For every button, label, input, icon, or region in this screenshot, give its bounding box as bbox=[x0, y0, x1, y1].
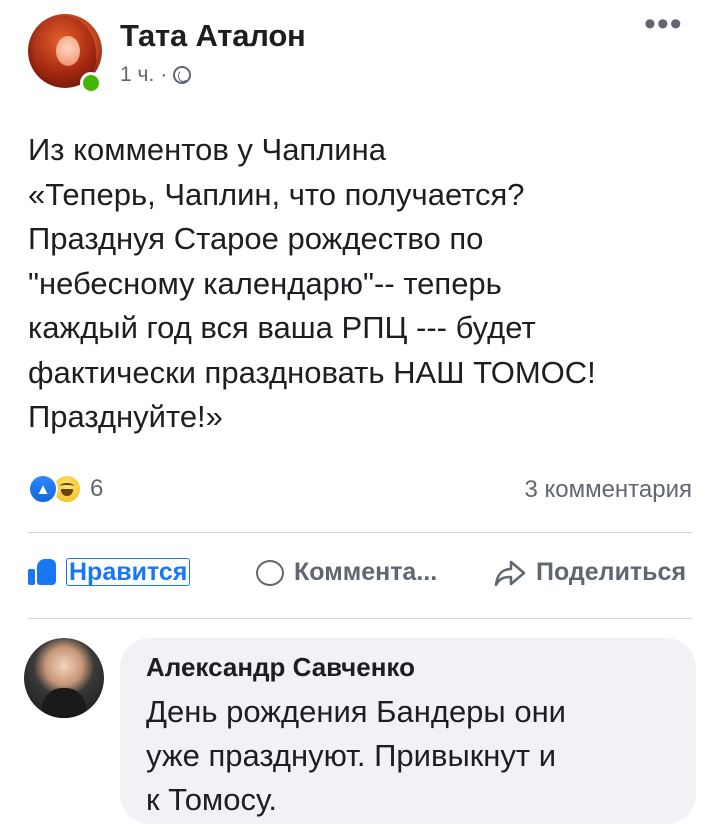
divider bbox=[28, 618, 692, 619]
comment-button[interactable]: Коммента... bbox=[256, 558, 437, 587]
post-text: Из комментов у Чаплина «Теперь, Чаплин, … bbox=[28, 128, 708, 440]
comment-text-line: к Томосу. bbox=[146, 782, 277, 817]
post-text-line: фактически праздновать НАШ ТОМОС! bbox=[28, 354, 596, 390]
commenter-avatar[interactable] bbox=[24, 638, 104, 718]
like-reaction-icon: ▲ bbox=[28, 474, 58, 504]
post-text-line: Празднуйте!» bbox=[28, 399, 223, 434]
post-text-line: Празднуя Старое рождество по bbox=[28, 221, 484, 256]
thumbs-up-icon bbox=[28, 559, 56, 585]
comment-button-label: Коммента... bbox=[294, 558, 438, 586]
post-text-line: каждый год вся ваша РПЦ --- будет bbox=[28, 310, 536, 345]
like-button[interactable]: Нравится bbox=[28, 558, 191, 586]
comment-text-line: День рождения Бандеры они bbox=[146, 694, 566, 729]
post-meta: 1 ч. · bbox=[120, 63, 192, 87]
post-text-line: "небесному календарю"-- теперь bbox=[28, 265, 502, 301]
comment-bubble-icon bbox=[256, 559, 284, 586]
online-status-icon bbox=[80, 72, 102, 94]
comment-text: День рождения Бандеры они уже празднуют.… bbox=[146, 690, 566, 822]
comment-text-line: уже празднуют. Привыкнут и bbox=[146, 738, 557, 773]
avatar-shirt bbox=[42, 688, 86, 718]
divider bbox=[28, 532, 692, 533]
post-text-line: Из комментов у Чаплина bbox=[28, 132, 386, 167]
share-button[interactable]: Поделиться bbox=[494, 558, 686, 587]
meta-separator: · bbox=[160, 63, 168, 86]
globe-icon bbox=[173, 66, 192, 84]
post-author-name[interactable]: Тата Аталон bbox=[120, 18, 306, 54]
share-button-label: Поделиться bbox=[536, 558, 687, 586]
share-arrow-icon bbox=[494, 560, 526, 586]
avatar-face bbox=[56, 36, 80, 66]
post-time[interactable]: 1 ч. bbox=[120, 63, 154, 87]
reactions-summary[interactable]: ▲ 6 bbox=[28, 474, 103, 504]
more-icon[interactable]: ••• bbox=[644, 7, 683, 41]
comments-count-link[interactable]: 3 комментария bbox=[524, 476, 692, 504]
post-text-line: «Теперь, Чаплин, что получается? bbox=[28, 176, 525, 212]
reaction-count: 6 bbox=[90, 475, 104, 502]
like-button-label: Нравится bbox=[66, 558, 191, 586]
comment-author-name[interactable]: Александр Савченко bbox=[146, 652, 415, 683]
